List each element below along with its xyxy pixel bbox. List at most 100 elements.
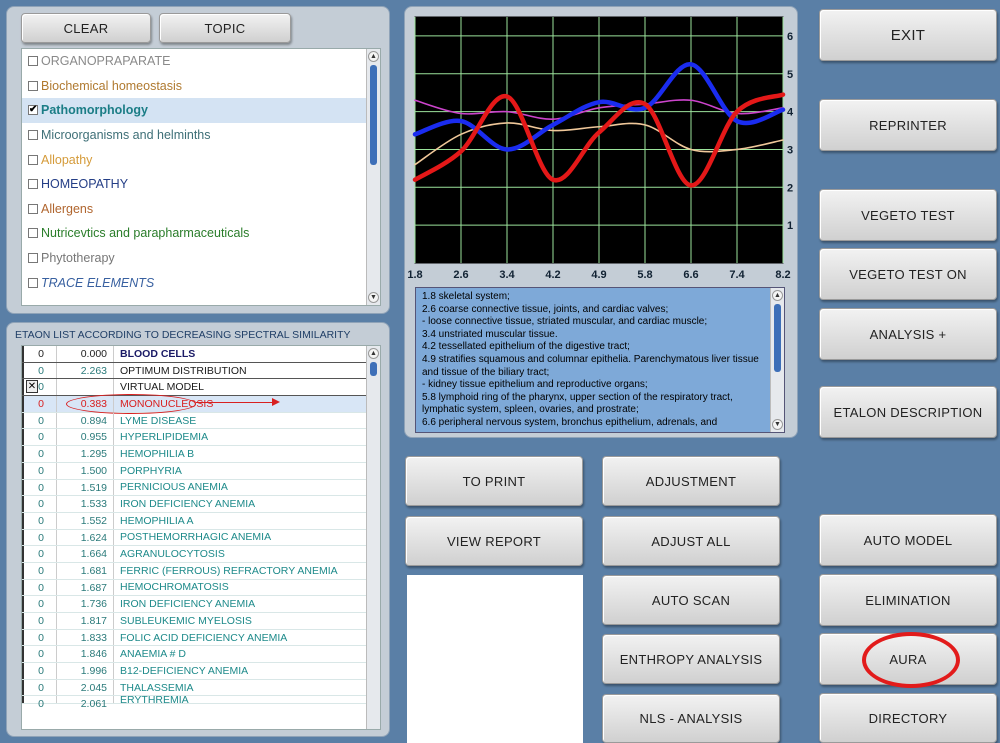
scroll-up-icon[interactable]: ▲	[368, 51, 379, 62]
close-icon[interactable]: ✕	[26, 380, 38, 394]
to-print-button[interactable]: TO PRINT	[405, 456, 583, 506]
topic-item[interactable]: Biochemical homeostasis	[22, 74, 380, 99]
topic-item[interactable]: TRACE ELEMENTS	[22, 270, 380, 295]
x-tick-label: 1.8	[407, 269, 422, 281]
topic-item-label: Allopathy	[41, 152, 93, 167]
scroll-up-icon[interactable]: ▲	[368, 348, 379, 359]
legend-line: 4.2 tessellated epithelium of the digest…	[422, 341, 630, 353]
checkbox[interactable]	[28, 154, 38, 165]
clear-button[interactable]: CLEAR	[21, 13, 151, 43]
checkbox[interactable]	[28, 228, 38, 239]
row-flag[interactable]: 0	[22, 613, 56, 629]
table-row[interactable]: 0 1.624 POSTHEMORRHAGIC ANEMIA	[22, 529, 380, 547]
table-row[interactable]: 0 0.894 LYME DISEASE	[22, 412, 380, 430]
table-row[interactable]: 0 1.687 HEMOCHROMATOSIS	[22, 579, 380, 597]
topic-item[interactable]: Microorganisms and helminths	[22, 123, 380, 148]
table-row[interactable]: 0 1.295 HEMOPHILIA B	[22, 446, 380, 463]
table-row[interactable]: 0 0.955 HYPERLIPIDEMIA	[22, 429, 380, 447]
row-flag[interactable]: 0	[22, 446, 56, 462]
table-row[interactable]: 0 1.996 B12-DEFICIENCY ANEMIA	[22, 663, 380, 680]
topic-item[interactable]: ORGANOPRAPARATE	[22, 49, 380, 74]
row-flag[interactable]: 0	[22, 579, 56, 596]
topic-item[interactable]: ✔ Pathomorphology	[22, 98, 380, 123]
row-flag[interactable]: 0	[22, 362, 56, 379]
scroll-thumb[interactable]	[370, 362, 377, 376]
scroll-thumb[interactable]	[370, 65, 377, 165]
table-row[interactable]: 0 1.817 SUBLEUKEMIC MYELOSIS	[22, 613, 380, 630]
table-row[interactable]: 0 1.519 PERNICIOUS ANEMIA	[22, 479, 380, 497]
table-row[interactable]: 0 0.383 MONONUCLEOSIS	[22, 394, 380, 415]
legend-line: - kidney tissue epithelium and reproduct…	[422, 379, 648, 391]
topic-button[interactable]: TOPIC	[159, 13, 291, 43]
topic-scrollbar[interactable]: ▲ ▼	[366, 49, 380, 305]
checkbox[interactable]	[28, 56, 38, 67]
scroll-down-icon[interactable]: ▼	[368, 292, 379, 303]
row-flag[interactable]: 0	[22, 496, 56, 512]
row-flag[interactable]: 0	[22, 346, 56, 362]
table-row[interactable]: ✕ 0 VIRTUAL MODEL	[22, 379, 380, 397]
etalon-description-button[interactable]: ETALON DESCRIPTION	[819, 386, 997, 438]
legend-box: 1.8 skeletal system; 2.6 coarse connectiv…	[415, 287, 785, 433]
topic-item[interactable]: Allergens	[22, 197, 380, 222]
nls-analysis-button[interactable]: NLS - ANALYSIS	[602, 694, 780, 743]
row-flag[interactable]: 0	[22, 562, 56, 579]
row-flag[interactable]: 0	[22, 696, 56, 710]
auto-scan-button[interactable]: AUTO SCAN	[602, 575, 780, 625]
row-flag[interactable]: 0	[22, 462, 56, 479]
etalon-scrollbar[interactable]: ▲	[366, 346, 380, 729]
table-row[interactable]: 0 2.061 ERYTHREMIA	[22, 694, 380, 710]
table-row[interactable]: 0 1.846 ANAEMIA # D	[22, 646, 380, 664]
row-flag[interactable]: 0	[22, 429, 56, 446]
scroll-thumb[interactable]	[774, 304, 781, 372]
elimination-button[interactable]: ELIMINATION	[819, 574, 997, 626]
table-row[interactable]: 0 1.736 IRON DEFICIENCY ANEMIA	[22, 596, 380, 613]
scroll-down-icon[interactable]: ▼	[772, 419, 783, 430]
adjust-all-button[interactable]: ADJUST ALL	[602, 516, 780, 566]
row-flag[interactable]: ✕ 0	[22, 379, 56, 396]
row-flag[interactable]: 0	[22, 479, 56, 496]
adjustment-button[interactable]: ADJUSTMENT	[602, 456, 780, 506]
checkbox[interactable]	[28, 80, 38, 91]
row-flag[interactable]: 0	[22, 412, 56, 429]
row-flag[interactable]: 0	[22, 512, 56, 529]
auto-model-button[interactable]: AUTO MODEL	[819, 514, 997, 566]
table-row[interactable]: 0 1.681 FERRIC (FERROUS) REFRACTORY ANEMIA	[22, 562, 380, 580]
checkbox[interactable]	[28, 130, 38, 141]
row-flag[interactable]: 0	[22, 663, 56, 679]
scroll-up-icon[interactable]: ▲	[772, 290, 783, 301]
table-row[interactable]: 0 1.533 IRON DEFICIENCY ANEMIA	[22, 496, 380, 513]
row-flag[interactable]: 0	[22, 596, 56, 612]
row-flag[interactable]: 0	[22, 679, 56, 696]
table-row[interactable]: 0 0.000 BLOOD CELLS	[22, 346, 380, 363]
directory-button[interactable]: DIRECTORY	[819, 693, 997, 743]
graph-panel: 1.8 2.6 3.4 4.2 4.9 5.8 6.6 7.4 8.2 1 2 3 4 5 6 1.8 sk…	[404, 6, 798, 438]
topic-item[interactable]: Allopathy	[22, 147, 380, 172]
vegeto-test-button[interactable]: VEGETO TEST	[819, 189, 997, 241]
exit-button[interactable]: EXIT	[819, 9, 997, 61]
table-row[interactable]: 0 1.664 AGRANULOCYTOSIS	[22, 546, 380, 563]
legend-scrollbar[interactable]: ▲ ▼	[770, 288, 784, 432]
topic-item[interactable]: Phytotherapy	[22, 246, 380, 271]
topic-item[interactable]: HOMEOPATHY	[22, 172, 380, 197]
table-row[interactable]: 0 1.833 FOLIC ACID DEFICIENCY ANEMIA	[22, 629, 380, 647]
table-row[interactable]: 0 1.552 HEMOPHILIA A	[22, 512, 380, 530]
checkbox[interactable]	[28, 253, 38, 264]
checkbox[interactable]	[28, 179, 38, 190]
vegeto-test-on-button[interactable]: VEGETO TEST ON	[819, 248, 997, 300]
checkbox[interactable]: ✔	[28, 105, 38, 116]
enthropy-analysis-button[interactable]: ENTHROPY ANALYSIS	[602, 634, 780, 684]
table-row[interactable]: 0 2.263 OPTIMUM DISTRIBUTION	[22, 362, 380, 380]
topic-item[interactable]: Nutricevtics and parapharmaceuticals	[22, 221, 380, 246]
table-row[interactable]: 0 1.500 PORPHYRIA	[22, 462, 380, 480]
row-flag[interactable]: 0	[22, 396, 56, 412]
checkbox[interactable]	[28, 277, 38, 288]
analysis-plus-button[interactable]: ANALYSIS +	[819, 308, 997, 360]
row-flag[interactable]: 0	[22, 529, 56, 546]
row-flag[interactable]: 0	[22, 629, 56, 646]
row-name: PERNICIOUS ANEMIA	[120, 481, 228, 494]
row-flag[interactable]: 0	[22, 646, 56, 663]
checkbox[interactable]	[28, 203, 38, 214]
reprinter-button[interactable]: REPRINTER	[819, 99, 997, 151]
row-flag[interactable]: 0	[22, 546, 56, 562]
view-report-button[interactable]: VIEW REPORT	[405, 516, 583, 566]
